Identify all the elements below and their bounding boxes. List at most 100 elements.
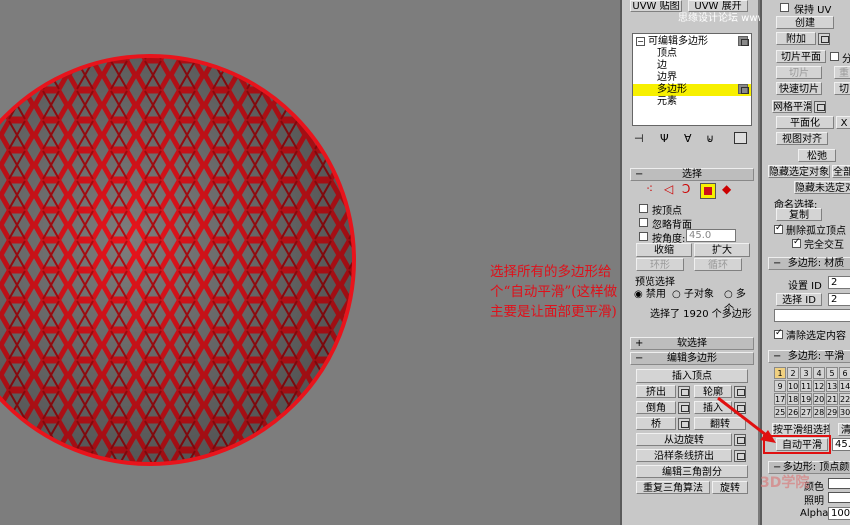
inset-button[interactable]: 插入 xyxy=(694,401,732,414)
material-ids-rollout-header[interactable]: − 多边形: 材质 xyxy=(768,257,850,270)
outline-button[interactable]: 轮廓 xyxy=(694,385,732,398)
planarize-button[interactable]: 平面化 xyxy=(776,116,834,129)
show-end-result-icon[interactable]: Ψ xyxy=(660,132,669,145)
select-id-spinner[interactable]: 2 xyxy=(828,293,850,306)
meshsmooth-button[interactable]: 网格平滑 xyxy=(772,100,812,113)
smoothing-group-20[interactable]: 20 xyxy=(813,393,825,405)
grow-button[interactable]: 扩大 xyxy=(694,243,750,257)
cut-button[interactable]: 切 xyxy=(834,82,850,95)
stack-item-border[interactable]: 边界 xyxy=(633,72,751,84)
soft-selection-rollout-header[interactable]: + 软选择 xyxy=(630,337,754,350)
smoothing-group-14[interactable]: 14 xyxy=(839,380,850,392)
outline-settings-icon[interactable] xyxy=(734,386,746,398)
preview-option-subobject[interactable]: ○ 子对象 xyxy=(672,285,714,300)
border-mode-icon[interactable]: Ↄ xyxy=(682,182,690,196)
smoothing-group-29[interactable]: 29 xyxy=(826,406,838,418)
viewport-perspective[interactable]: 选择所有的多边形给个“自动平滑”(这样做主要是让面部更平滑) xyxy=(0,0,620,525)
hide-selected-button[interactable]: 隐藏选定对象 xyxy=(768,165,830,178)
make-unique-icon[interactable]: ∀ xyxy=(684,132,692,145)
delete-isolated-checkbox[interactable] xyxy=(774,223,783,234)
meshsmooth-settings-icon[interactable] xyxy=(814,101,826,113)
angle-spinner[interactable]: 45.0 xyxy=(686,229,736,242)
smoothing-group-30[interactable]: 30 xyxy=(839,406,850,418)
extrude-along-spline-button[interactable]: 沿样条线挤出 xyxy=(636,449,732,462)
split-checkbox[interactable] xyxy=(830,52,839,61)
modifier-stack[interactable]: − 可编辑多边形 顶点 边 边界 多边形 元素 xyxy=(632,33,752,126)
smoothing-group-25[interactable]: 25 xyxy=(774,406,786,418)
stack-item-edge[interactable]: 边 xyxy=(633,60,751,72)
view-align-button[interactable]: 视图对齐 xyxy=(776,132,828,145)
edge-mode-icon[interactable]: ◁ xyxy=(664,182,673,196)
by-vertex-checkbox[interactable] xyxy=(639,204,648,213)
smoothing-group-12[interactable]: 12 xyxy=(813,380,825,392)
quickslice-button[interactable]: 快速切片 xyxy=(776,82,822,95)
autosmooth-threshold-spinner[interactable]: 45.0 xyxy=(832,438,850,451)
unhide-all-button[interactable]: 全部 xyxy=(832,165,850,178)
flip-button[interactable]: 翻转 xyxy=(694,417,746,430)
clear-all-sg-button[interactable]: 清 xyxy=(838,423,850,436)
hinge-settings-icon[interactable] xyxy=(734,434,746,446)
extrude-spline-settings-icon[interactable] xyxy=(734,450,746,462)
create-button[interactable]: 创建 xyxy=(776,16,834,29)
bridge-button[interactable]: 桥 xyxy=(636,417,676,430)
smoothing-group-18[interactable]: 18 xyxy=(787,393,799,405)
attach-button[interactable]: 附加 xyxy=(776,32,816,45)
ignore-backfacing-checkbox[interactable] xyxy=(639,218,648,227)
uvw-map-button[interactable]: UVW 贴图 xyxy=(630,0,682,12)
retriangulate-button[interactable]: 重复三角算法 xyxy=(636,481,710,494)
inset-settings-icon[interactable] xyxy=(734,402,746,414)
smoothing-group-4[interactable]: 4 xyxy=(813,367,825,379)
color-swatch[interactable] xyxy=(828,478,850,489)
hinge-from-edge-button[interactable]: 从边旋转 xyxy=(636,433,732,446)
slice-button[interactable]: 切片 xyxy=(776,66,822,79)
hide-unselected-button[interactable]: 隐藏未选定对 xyxy=(794,181,850,194)
smoothing-group-21[interactable]: 21 xyxy=(826,393,838,405)
attach-settings-icon[interactable] xyxy=(818,33,830,45)
full-interactivity-checkbox[interactable] xyxy=(792,237,801,248)
loop-button[interactable]: 循环 xyxy=(694,258,742,271)
slice-plane-button[interactable]: 切片平面 xyxy=(776,50,826,63)
smoothing-group-28[interactable]: 28 xyxy=(813,406,825,418)
smoothing-group-3[interactable]: 3 xyxy=(800,367,812,379)
smoothing-groups-rollout-header[interactable]: − 多边形: 平滑 xyxy=(768,350,850,363)
select-id-button[interactable]: 选择 ID xyxy=(776,293,822,306)
smoothing-group-1[interactable]: 1 xyxy=(774,367,786,379)
stack-root[interactable]: − 可编辑多边形 xyxy=(633,36,751,48)
turn-button[interactable]: 旋转 xyxy=(712,481,748,494)
extrude-button[interactable]: 挤出 xyxy=(636,385,676,398)
smoothing-group-5[interactable]: 5 xyxy=(826,367,838,379)
smoothing-group-6[interactable]: 6 xyxy=(839,367,850,379)
material-name-field[interactable] xyxy=(774,309,850,322)
set-id-spinner[interactable]: 2 xyxy=(828,276,850,289)
shrink-button[interactable]: 收缩 xyxy=(636,243,692,257)
smoothing-group-22[interactable]: 22 xyxy=(839,393,850,405)
bevel-settings-icon[interactable] xyxy=(678,402,690,414)
reset-plane-button[interactable]: 重 xyxy=(834,66,850,79)
smoothing-group-10[interactable]: 10 xyxy=(787,380,799,392)
bevel-button[interactable]: 倒角 xyxy=(636,401,676,414)
ring-button[interactable]: 环形 xyxy=(636,258,684,271)
smoothing-group-17[interactable]: 17 xyxy=(774,393,786,405)
planarize-x-button[interactable]: X xyxy=(836,116,850,129)
alpha-spinner[interactable]: 100.0 xyxy=(828,507,850,520)
vertex-mode-icon[interactable]: ⁖ xyxy=(646,182,653,196)
clear-selection-checkbox[interactable] xyxy=(774,328,783,339)
selection-rollout-header[interactable]: − 选择 xyxy=(630,168,754,181)
illumination-swatch[interactable] xyxy=(828,492,850,503)
smoothing-group-27[interactable]: 27 xyxy=(800,406,812,418)
smoothing-group-11[interactable]: 11 xyxy=(800,380,812,392)
remove-modifier-icon[interactable]: ⊌ xyxy=(706,132,714,145)
stack-item-element[interactable]: 元素 xyxy=(633,96,751,108)
bridge-settings-icon[interactable] xyxy=(678,418,690,430)
configure-sets-icon[interactable] xyxy=(734,132,747,144)
copy-button[interactable]: 复制 xyxy=(776,208,822,221)
pin-stack-icon[interactable]: ⊣ xyxy=(634,132,644,145)
element-mode-icon[interactable]: ◆ xyxy=(722,182,731,196)
smoothing-group-19[interactable]: 19 xyxy=(800,393,812,405)
preview-option-disabled[interactable]: ◉ 禁用 xyxy=(634,285,666,300)
smoothing-group-13[interactable]: 13 xyxy=(826,380,838,392)
insert-vertex-button[interactable]: 插入顶点 xyxy=(636,369,748,383)
relax-button[interactable]: 松弛 xyxy=(798,149,836,162)
extrude-settings-icon[interactable] xyxy=(678,386,690,398)
preserve-uv-checkbox[interactable] xyxy=(780,3,789,12)
